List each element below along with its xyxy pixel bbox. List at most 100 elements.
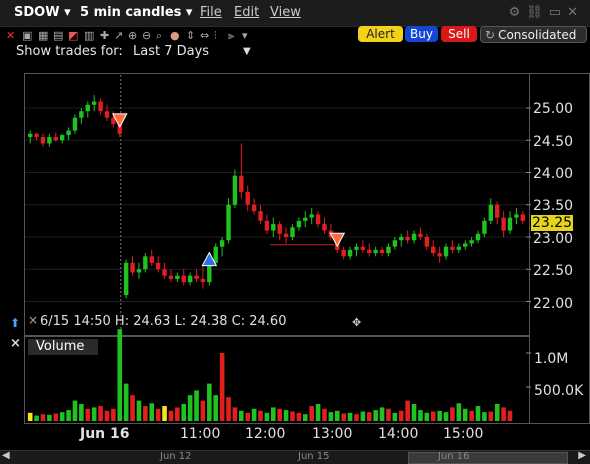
candle-body [155, 262, 161, 270]
volume-bar [482, 412, 487, 421]
candle-body [424, 237, 430, 247]
volume-bar [290, 411, 295, 421]
scroll-left-icon[interactable]: ◀ [2, 450, 10, 461]
volume-bar [47, 414, 52, 421]
volume-bar [488, 411, 494, 421]
current-price-tag: 23.25 [531, 215, 573, 231]
candle-body [251, 204, 257, 212]
candle-body [123, 262, 129, 296]
time-tick-label: 13:00 [312, 426, 353, 442]
volume-bar [328, 412, 334, 421]
candle-body [495, 204, 500, 218]
candle-body [175, 275, 180, 279]
candle-body [271, 224, 276, 231]
candle-body [488, 204, 494, 221]
candle-body [130, 262, 135, 273]
candle-body [162, 269, 167, 276]
volume-bar [379, 407, 385, 421]
volume-bar [143, 406, 148, 421]
volume-bar [245, 412, 251, 421]
candle-body [143, 256, 148, 270]
candle-body [373, 249, 378, 254]
volume-tick-label: 1.0M [534, 351, 569, 367]
volume-bar [232, 407, 238, 421]
volume-bar [226, 397, 231, 421]
candle-body [405, 237, 410, 241]
candle-body [386, 246, 391, 254]
volume-bar [34, 415, 39, 421]
candlestick-chart[interactable] [0, 0, 590, 463]
volume-bar [475, 406, 481, 421]
candle-body [456, 246, 462, 250]
candle-body [168, 275, 174, 279]
volume-bar [322, 408, 327, 421]
volume-bar [418, 410, 423, 421]
price-tick-label: 23.50 [533, 198, 574, 214]
candle-body [66, 130, 71, 136]
volume-bar [27, 412, 33, 421]
volume-bar [283, 410, 289, 421]
price-tick-label: 24.00 [533, 166, 574, 182]
candle-body [411, 233, 417, 241]
volume-bar [187, 395, 193, 421]
volume-bar [79, 404, 84, 421]
volume-tick-label: 500.0K [534, 383, 584, 399]
price-tick-label: 25.00 [533, 101, 574, 117]
candle-body [450, 246, 455, 250]
candle-body [520, 214, 526, 221]
candle-body [232, 175, 238, 205]
volume-bar [104, 410, 110, 421]
candle-body [85, 104, 90, 112]
candle-body [469, 240, 474, 244]
scroll-right-icon[interactable]: ▶ [578, 450, 586, 461]
volume-bar [424, 412, 430, 421]
time-scrollbar[interactable]: ◀ ▶ [0, 450, 590, 464]
candle-body [315, 214, 321, 225]
candle-body [27, 133, 33, 138]
volume-bar [341, 413, 346, 421]
volume-bar [136, 400, 142, 421]
volume-bar [462, 408, 468, 421]
time-tick-label: 14:00 [378, 426, 419, 442]
volume-bar [373, 410, 378, 421]
volume-bar [123, 383, 129, 421]
volume-bar [469, 410, 474, 421]
candle-body [239, 175, 244, 192]
candle-body [264, 220, 270, 231]
volume-bar [494, 404, 500, 421]
candle-body [219, 240, 225, 247]
volume-bar [213, 395, 219, 421]
volume-bar [59, 412, 65, 421]
candle-body [245, 191, 250, 205]
candle-body [482, 220, 487, 234]
volume-bar [251, 408, 257, 421]
volume-bar [456, 403, 462, 421]
volume-bar [149, 403, 155, 421]
close-icon[interactable]: × [10, 336, 21, 351]
volume-bar [162, 406, 167, 421]
volume-bar [430, 411, 436, 421]
candle-body [104, 111, 110, 118]
volume-bar [386, 408, 391, 421]
candle-body [431, 246, 436, 254]
volume-bar [207, 383, 212, 421]
close-icon[interactable]: × [28, 313, 38, 327]
scroll-date-label: Jun 15 [298, 451, 330, 462]
candle-body [514, 214, 519, 218]
time-tick-label: 12:00 [245, 426, 286, 442]
candle-body [296, 220, 302, 228]
scrollbar-thumb[interactable] [408, 452, 568, 464]
volume-bar [239, 410, 244, 421]
candle-body [347, 249, 353, 257]
candle-body [136, 269, 142, 273]
candle-body [463, 243, 468, 247]
volume-bar [194, 390, 199, 421]
candle-body [226, 204, 231, 241]
volume-bar [40, 414, 46, 421]
candle-body [194, 275, 199, 279]
pin-icon[interactable]: ⬆ [10, 316, 20, 330]
candle-body [91, 101, 97, 105]
volume-bar [437, 410, 442, 421]
move-icon[interactable]: ✥ [352, 316, 361, 329]
volume-bar [360, 411, 366, 421]
